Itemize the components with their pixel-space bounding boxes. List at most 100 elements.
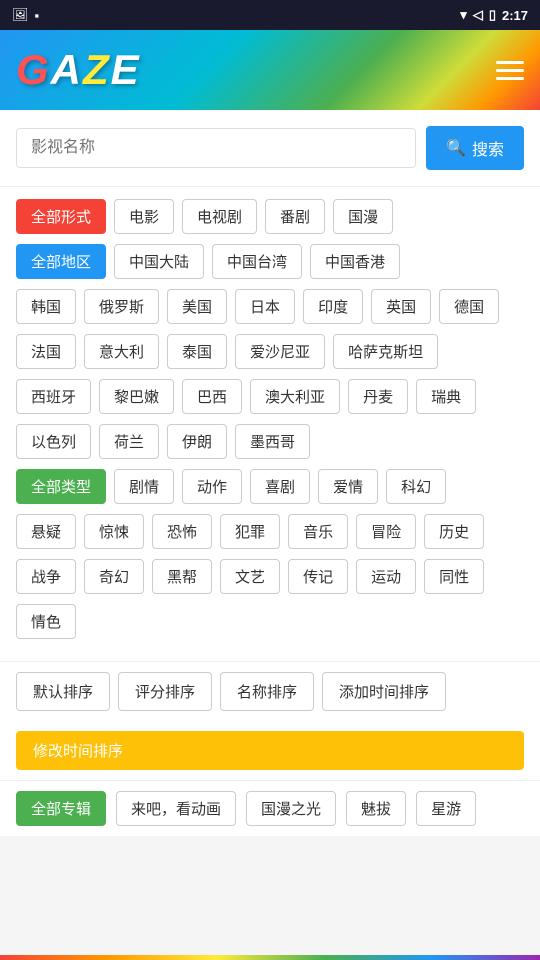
format-row: 全部形式 电影 电视剧 番剧 国漫 [16,199,524,234]
sort-default-tag[interactable]: 默认排序 [16,672,110,711]
region-estonia-tag[interactable]: 爱沙尼亚 [235,334,325,369]
genre-music-tag[interactable]: 音乐 [288,514,348,549]
region-brazil-tag[interactable]: 巴西 [182,379,242,414]
filters-section: 全部形式 电影 电视剧 番剧 国漫 全部地区 中国大陆 中国台湾 中国香港 韩国… [0,187,540,661]
app-logo: GAZE [16,46,141,94]
logo-a: A [51,46,83,93]
region-denmark-tag[interactable]: 丹麦 [348,379,408,414]
region-row-5: 以色列 荷兰 伊朗 墨西哥 [16,424,524,459]
genre-gangster-tag[interactable]: 黑帮 [152,559,212,594]
format-manga-tag[interactable]: 国漫 [333,199,393,234]
region-mexico-tag[interactable]: 墨西哥 [235,424,310,459]
logo-z: Z [83,46,111,93]
genre-literary-tag[interactable]: 文艺 [220,559,280,594]
region-uk-tag[interactable]: 英国 [371,289,431,324]
search-button[interactable]: 🔍 搜索 [426,126,524,170]
region-hk-tag[interactable]: 中国香港 [310,244,400,279]
special-item-1[interactable]: 国漫之光 [246,791,336,826]
genre-scifi-tag[interactable]: 科幻 [386,469,446,504]
region-netherlands-tag[interactable]: 荷兰 [99,424,159,459]
battery-icon: ▯ [489,7,496,23]
sort-rating-tag[interactable]: 评分排序 [118,672,212,711]
region-korea-tag[interactable]: 韩国 [16,289,76,324]
genre-horror-tag[interactable]: 恐怖 [152,514,212,549]
region-thailand-tag[interactable]: 泰国 [167,334,227,369]
genre-adventure-tag[interactable]: 冒险 [356,514,416,549]
search-input[interactable] [16,128,416,168]
format-anime-tag[interactable]: 番剧 [265,199,325,234]
status-left-icons: 🖼 ▪ [12,7,39,23]
region-row-3: 法国 意大利 泰国 爱沙尼亚 哈萨克斯坦 [16,334,524,369]
genre-biography-tag[interactable]: 传记 [288,559,348,594]
region-sweden-tag[interactable]: 瑞典 [416,379,476,414]
time-display: 2:17 [502,8,528,23]
special-item-3[interactable]: 星游 [416,791,476,826]
active-sort-section: 修改时间排序 [0,721,540,780]
genre-suspense-tag[interactable]: 悬疑 [16,514,76,549]
region-kazakhstan-tag[interactable]: 哈萨克斯坦 [333,334,438,369]
genre-action-tag[interactable]: 动作 [182,469,242,504]
genre-thriller-tag[interactable]: 惊悚 [84,514,144,549]
genre-erotic-tag[interactable]: 情色 [16,604,76,639]
sort-addtime-tag[interactable]: 添加时间排序 [322,672,446,711]
status-bar: 🖼 ▪ ▾ ◁ ▯ 2:17 [0,0,540,30]
genre-history-tag[interactable]: 历史 [424,514,484,549]
genre-row-3: 战争 奇幻 黑帮 文艺 传记 运动 同性 [16,559,524,594]
region-mainland-tag[interactable]: 中国大陆 [114,244,204,279]
genre-row-1: 全部类型 剧情 动作 喜剧 爱情 科幻 [16,469,524,504]
sort-modtime-active-tag[interactable]: 修改时间排序 [16,731,524,770]
special-item-2[interactable]: 魅拔 [346,791,406,826]
status-right-icons: ▾ ◁ ▯ 2:17 [460,7,528,23]
genre-sport-tag[interactable]: 运动 [356,559,416,594]
menu-line-1 [496,61,524,64]
menu-line-3 [496,77,524,80]
app-header: GAZE [0,30,540,110]
genre-crime-tag[interactable]: 犯罪 [220,514,280,549]
search-button-label: 搜索 [472,136,504,160]
search-icon: 🔍 [446,138,466,158]
region-row-4: 西班牙 黎巴嫩 巴西 澳大利亚 丹麦 瑞典 [16,379,524,414]
region-japan-tag[interactable]: 日本 [235,289,295,324]
region-india-tag[interactable]: 印度 [303,289,363,324]
region-row-2: 韩国 俄罗斯 美国 日本 印度 英国 德国 [16,289,524,324]
format-all-tag[interactable]: 全部形式 [16,199,106,234]
square-icon: ▪ [35,8,40,23]
region-iran-tag[interactable]: 伊朗 [167,424,227,459]
region-france-tag[interactable]: 法国 [16,334,76,369]
region-italy-tag[interactable]: 意大利 [84,334,159,369]
genre-row-4: 情色 [16,604,524,639]
genre-drama-tag[interactable]: 剧情 [114,469,174,504]
special-section: 全部专辑 来吧，看动画 国漫之光 魅拔 星游 [0,780,540,836]
genre-all-tag[interactable]: 全部类型 [16,469,106,504]
region-israel-tag[interactable]: 以色列 [16,424,91,459]
region-taiwan-tag[interactable]: 中国台湾 [212,244,302,279]
photo-icon: 🖼 [12,7,29,23]
menu-line-2 [496,69,524,72]
region-row-1: 全部地区 中国大陆 中国台湾 中国香港 [16,244,524,279]
logo-e: E [111,46,141,93]
genre-lgbt-tag[interactable]: 同性 [424,559,484,594]
sort-name-tag[interactable]: 名称排序 [220,672,314,711]
format-movie-tag[interactable]: 电影 [114,199,174,234]
sort-section: 默认排序 评分排序 名称排序 添加时间排序 [0,661,540,721]
genre-comedy-tag[interactable]: 喜剧 [250,469,310,504]
region-usa-tag[interactable]: 美国 [167,289,227,324]
region-russia-tag[interactable]: 俄罗斯 [84,289,159,324]
genre-war-tag[interactable]: 战争 [16,559,76,594]
special-item-0[interactable]: 来吧，看动画 [116,791,236,826]
special-all-tag[interactable]: 全部专辑 [16,791,106,826]
region-australia-tag[interactable]: 澳大利亚 [250,379,340,414]
signal-icon: ◁ [473,7,483,23]
genre-romance-tag[interactable]: 爱情 [318,469,378,504]
format-tv-tag[interactable]: 电视剧 [182,199,257,234]
region-all-tag[interactable]: 全部地区 [16,244,106,279]
region-germany-tag[interactable]: 德国 [439,289,499,324]
bottom-color-bar [0,955,540,960]
genre-fantasy-tag[interactable]: 奇幻 [84,559,144,594]
region-lebanon-tag[interactable]: 黎巴嫩 [99,379,174,414]
search-section: 🔍 搜索 [0,110,540,187]
genre-row-2: 悬疑 惊悚 恐怖 犯罪 音乐 冒险 历史 [16,514,524,549]
menu-button[interactable] [496,61,524,80]
region-spain-tag[interactable]: 西班牙 [16,379,91,414]
logo-g: G [16,46,51,93]
